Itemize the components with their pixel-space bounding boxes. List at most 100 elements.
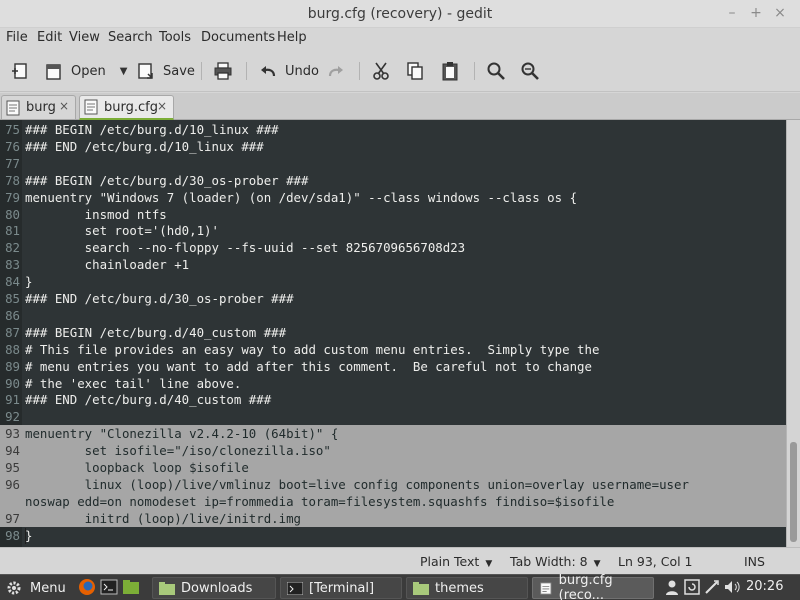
menu-documents[interactable]: Documents	[201, 30, 275, 45]
open-dropdown-icon[interactable]: ▼	[120, 66, 128, 77]
tab-width-selector[interactable]: Tab Width: 8 ▼	[510, 554, 601, 569]
code-line[interactable]: 98}	[0, 527, 786, 544]
code-line[interactable]: 96 linux (loop)/live/vmlinuz boot=live c…	[0, 475, 786, 493]
print-button[interactable]	[213, 58, 233, 84]
line-text: menuentry "Windows 7 (loader) (on /dev/s…	[25, 189, 578, 205]
menu-search[interactable]: Search	[108, 30, 153, 45]
save-label: Save	[163, 63, 195, 79]
code-line[interactable]: 78 ### BEGIN /etc/burg.d/30_os-prober ###	[0, 172, 786, 189]
vertical-scrollbar[interactable]	[786, 120, 800, 547]
line-text: ### END /etc/burg.d/30_os-prober ###	[25, 291, 294, 306]
line-number: 86	[5, 307, 20, 323]
start-menu-button[interactable]: Menu	[6, 577, 66, 599]
open-file-icon	[46, 64, 61, 80]
code-line[interactable]: 87 ### BEGIN /etc/burg.d/40_custom ###	[0, 324, 786, 341]
cut-button[interactable]	[371, 58, 391, 84]
line-text: ### BEGIN /etc/burg.d/10_linux ###	[25, 122, 279, 137]
dropdown-arrow-icon: ▼	[485, 559, 493, 569]
code-line[interactable]: 91 ### END /etc/burg.d/40_custom ###	[0, 391, 786, 408]
line-text: }	[25, 274, 33, 290]
line-number: 96	[5, 476, 20, 492]
menu-bar: File Edit View Search Tools Documents He…	[0, 28, 800, 49]
user-icon[interactable]	[664, 579, 680, 595]
close-tab-icon[interactable]: ×	[59, 99, 69, 113]
code-line[interactable]: 93 menuentry "Clonezilla v2.4.2-10 (64bit…	[0, 425, 786, 443]
line-text: linux (loop)/live/vmlinuz boot=live conf…	[25, 476, 689, 492]
line-text: # menu entries you want to add after thi…	[25, 358, 592, 374]
update-manager-icon[interactable]	[684, 579, 700, 595]
menu-file[interactable]: File	[6, 30, 28, 45]
menu-edit[interactable]: Edit	[37, 30, 62, 45]
line-text: set isofile="/iso/clonezilla.iso"	[25, 443, 331, 459]
code-line[interactable]: 81 set root='(hd0,1)'	[0, 222, 786, 239]
line-number: 98	[5, 527, 20, 543]
save-button[interactable]: Save	[136, 58, 195, 84]
title-bar: burg.cfg (recovery) - gedit – + ×	[0, 0, 800, 28]
open-label: Open	[71, 63, 106, 79]
paste-button[interactable]	[440, 58, 460, 84]
copy-button[interactable]	[405, 58, 425, 84]
code-line[interactable]: 88 # This file provides an easy way to ad…	[0, 341, 786, 358]
minimize-button[interactable]: –	[722, 3, 742, 23]
code-line[interactable]: 79 menuentry "Windows 7 (loader) (on /dev…	[0, 189, 786, 206]
line-text: menuentry "Clonezilla v2.4.2-10 (64bit)"…	[25, 426, 339, 442]
open-button[interactable]: Open ▼	[44, 58, 127, 84]
menu-view[interactable]: View	[69, 30, 100, 45]
language-selector[interactable]: Plain Text ▼	[420, 554, 492, 569]
new-document-button[interactable]	[10, 58, 30, 84]
find-button[interactable]	[486, 58, 506, 84]
terminal-icon[interactable]	[100, 578, 118, 596]
menu-help[interactable]: Help	[277, 30, 307, 45]
code-line[interactable]: 86	[0, 307, 786, 324]
clock[interactable]: 20:26	[746, 579, 783, 594]
code-line[interactable]: 95 loopback loop $isofile	[0, 459, 786, 476]
new-document-icon	[12, 63, 27, 79]
code-line[interactable]: 97 initrd (loop)/live/initrd.img	[0, 509, 786, 527]
firefox-icon[interactable]	[78, 578, 96, 596]
toolbar-separator	[474, 62, 475, 80]
code-line[interactable]: 77	[0, 155, 786, 172]
code-line[interactable]: 85 ### END /etc/burg.d/30_os-prober ###	[0, 290, 786, 307]
taskbar-window-downloads[interactable]: Downloads	[152, 577, 276, 599]
tab-burg-cfg[interactable]: burg.cfg ×	[79, 95, 174, 120]
close-tab-icon[interactable]: ×	[157, 99, 167, 113]
redo-icon	[328, 66, 343, 77]
code-line[interactable]: 83 chainloader +1	[0, 256, 786, 273]
taskbar-window-terminal[interactable]: [Terminal]	[280, 577, 402, 599]
code-line[interactable]: 90 # the 'exec tail' line above.	[0, 375, 786, 392]
search-icon	[487, 62, 505, 80]
volume-icon[interactable]	[724, 579, 740, 595]
code-line[interactable]: 80 insmod ntfs	[0, 206, 786, 223]
insert-mode: INS	[744, 554, 765, 569]
code-line[interactable]: 84}	[0, 273, 786, 290]
find-replace-button[interactable]	[520, 58, 540, 84]
redo-button[interactable]	[326, 58, 346, 84]
code-line[interactable]: 82 search --no-floppy --fs-uuid --set 82…	[0, 239, 786, 256]
line-number: 91	[5, 392, 20, 408]
code-line[interactable]: 76 ### END /etc/burg.d/10_linux ###	[0, 138, 786, 155]
line-number: 90	[5, 375, 20, 391]
line-number: 75	[5, 122, 20, 137]
tab-burg[interactable]: burg ×	[1, 95, 76, 119]
code-line[interactable]: 89 # menu entries you want to add after t…	[0, 358, 786, 375]
code-line[interactable]: 75 ### BEGIN /etc/burg.d/10_linux ###	[0, 121, 786, 138]
line-number: 82	[5, 240, 20, 256]
code-line[interactable]: 92	[0, 408, 786, 425]
menu-tools[interactable]: Tools	[159, 30, 191, 45]
toolbar-separator	[359, 62, 360, 80]
file-manager-icon[interactable]	[122, 578, 140, 596]
taskbar-window-themes[interactable]: themes	[406, 577, 528, 599]
network-icon[interactable]	[704, 579, 720, 595]
line-number: 93	[5, 426, 20, 442]
maximize-button[interactable]: +	[746, 3, 766, 23]
text-editor[interactable]: 75 ### BEGIN /etc/burg.d/10_linux ### 76 ##…	[0, 120, 786, 547]
text-cursor	[25, 528, 26, 544]
close-button[interactable]: ×	[770, 3, 790, 23]
scrollbar-thumb[interactable]	[790, 442, 797, 542]
taskbar-window-gedit[interactable]: burg.cfg (reco...	[532, 573, 654, 600]
code-line[interactable]: 94 set isofile="/iso/clonezilla.iso"	[0, 442, 786, 460]
line-number: 87	[5, 324, 20, 340]
undo-button[interactable]: Undo	[258, 58, 319, 84]
line-number: 78	[5, 172, 20, 188]
code-line[interactable]: noswap edd=on nomodeset ip=frommedia tor…	[0, 492, 786, 510]
